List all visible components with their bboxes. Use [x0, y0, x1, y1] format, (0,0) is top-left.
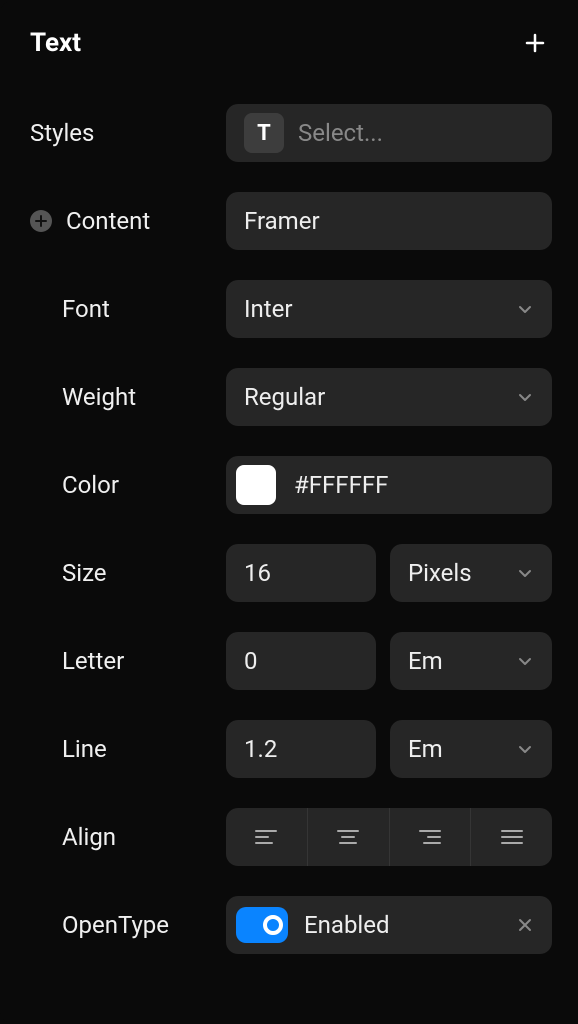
content-value: Framer: [244, 207, 320, 235]
color-input[interactable]: #FFFFFF: [226, 456, 552, 514]
size-unit: Pixels: [408, 559, 472, 587]
panel-header: Text: [26, 28, 552, 78]
text-panel: Text Styles T Select... Content Framer: [0, 0, 578, 1024]
chevron-down-icon: [516, 652, 534, 670]
chevron-down-icon: [516, 300, 534, 318]
row-align: Align: [26, 808, 552, 866]
size-value: 16: [244, 559, 271, 587]
line-input[interactable]: 1.2: [226, 720, 376, 778]
line-value: 1.2: [244, 735, 277, 763]
row-line: Line 1.2 Em: [26, 720, 552, 778]
add-variable-icon[interactable]: [30, 210, 52, 232]
font-select[interactable]: Inter: [226, 280, 552, 338]
align-segmented: [226, 808, 552, 866]
size-label: Size: [62, 559, 107, 587]
row-size: Size 16 Pixels: [26, 544, 552, 602]
panel-title: Text: [30, 28, 81, 58]
align-left-button[interactable]: [226, 808, 307, 866]
align-label: Align: [62, 823, 116, 851]
weight-value: Regular: [244, 383, 325, 411]
chevron-down-icon: [516, 564, 534, 582]
font-value: Inter: [244, 295, 293, 323]
row-opentype: OpenType Enabled: [26, 896, 552, 954]
toggle-knob-icon: [263, 915, 283, 935]
row-font: Font Inter: [26, 280, 552, 338]
row-styles: Styles T Select...: [26, 104, 552, 162]
letter-input[interactable]: 0: [226, 632, 376, 690]
letter-unit: Em: [408, 647, 443, 675]
line-label: Line: [62, 735, 107, 763]
row-color: Color #FFFFFF: [26, 456, 552, 514]
styles-select[interactable]: T Select...: [226, 104, 552, 162]
opentype-toggle[interactable]: [236, 907, 288, 943]
size-unit-select[interactable]: Pixels: [390, 544, 552, 602]
weight-select[interactable]: Regular: [226, 368, 552, 426]
line-unit-select[interactable]: Em: [390, 720, 552, 778]
font-label: Font: [62, 295, 110, 323]
content-input[interactable]: Framer: [226, 192, 552, 250]
opentype-label: OpenType: [62, 911, 169, 939]
letter-value: 0: [244, 647, 258, 675]
line-unit: Em: [408, 735, 443, 763]
color-label: Color: [62, 471, 119, 499]
styles-placeholder: Select...: [298, 119, 383, 147]
close-icon[interactable]: [516, 916, 534, 934]
opentype-state: Enabled: [304, 911, 390, 939]
chevron-down-icon: [516, 740, 534, 758]
letter-label: Letter: [62, 647, 124, 675]
align-justify-button[interactable]: [470, 808, 552, 866]
size-input[interactable]: 16: [226, 544, 376, 602]
align-center-button[interactable]: [307, 808, 389, 866]
row-content: Content Framer: [26, 192, 552, 250]
row-weight: Weight Regular: [26, 368, 552, 426]
opentype-field[interactable]: Enabled: [226, 896, 552, 954]
add-icon[interactable]: [522, 30, 548, 56]
text-style-icon: T: [244, 113, 284, 153]
content-label: Content: [66, 207, 150, 235]
styles-label: Styles: [30, 119, 94, 147]
letter-unit-select[interactable]: Em: [390, 632, 552, 690]
color-swatch[interactable]: [236, 465, 276, 505]
color-hex: #FFFFFF: [294, 471, 388, 499]
row-letter: Letter 0 Em: [26, 632, 552, 690]
weight-label: Weight: [62, 383, 136, 411]
chevron-down-icon: [516, 388, 534, 406]
align-right-button[interactable]: [389, 808, 471, 866]
